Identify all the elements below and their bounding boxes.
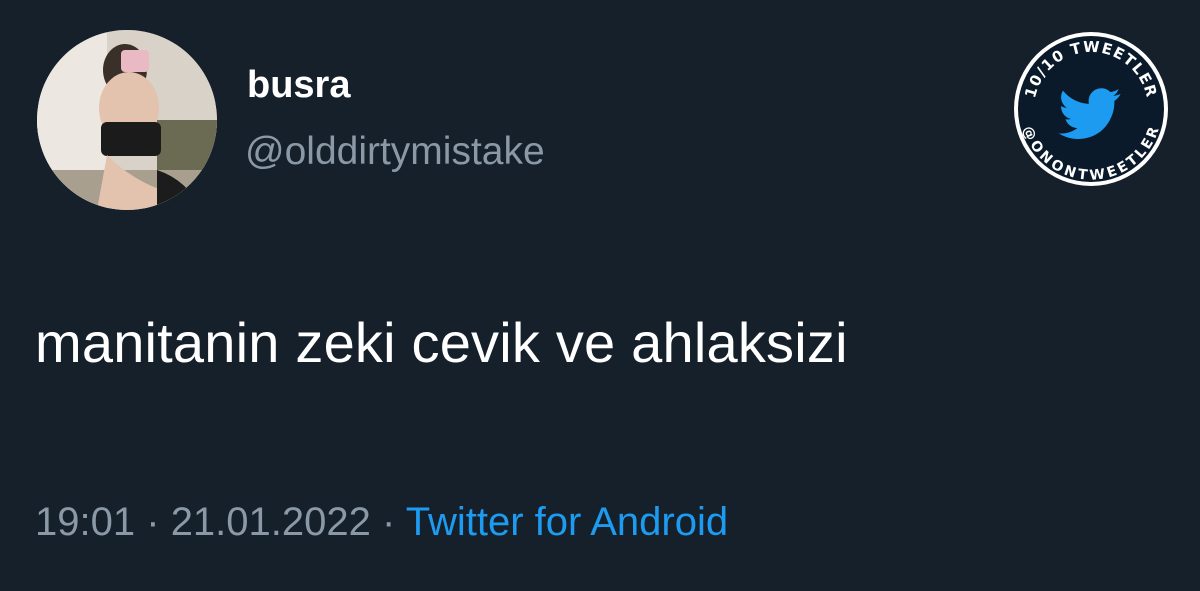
tweet-source-link[interactable]: Twitter for Android <box>406 500 728 544</box>
tweet-text: manitanin zeki cevik ve ahlaksizi <box>35 311 848 374</box>
avatar-photo <box>37 30 217 210</box>
user-handle[interactable]: @olddirtymistake <box>245 128 545 176</box>
watermark-logo: 10/10 TWEETLER @ONONTWEETLER <box>1014 32 1168 186</box>
avatar[interactable] <box>37 30 217 210</box>
tweet-date[interactable]: 21.01.2022 <box>171 500 371 544</box>
meta-separator: · <box>382 500 396 544</box>
watermark-badge: 10/10 TWEETLER @ONONTWEETLER <box>1012 30 1170 188</box>
tweet-time[interactable]: 19:01 <box>35 500 135 544</box>
display-name[interactable]: busra <box>247 62 350 108</box>
meta-separator: · <box>146 500 160 544</box>
tweet-meta: 19:01 · 21.01.2022 · Twitter for Android <box>35 497 728 547</box>
tweet-card: busra @olddirtymistake manitanin zeki ce… <box>0 0 1200 591</box>
